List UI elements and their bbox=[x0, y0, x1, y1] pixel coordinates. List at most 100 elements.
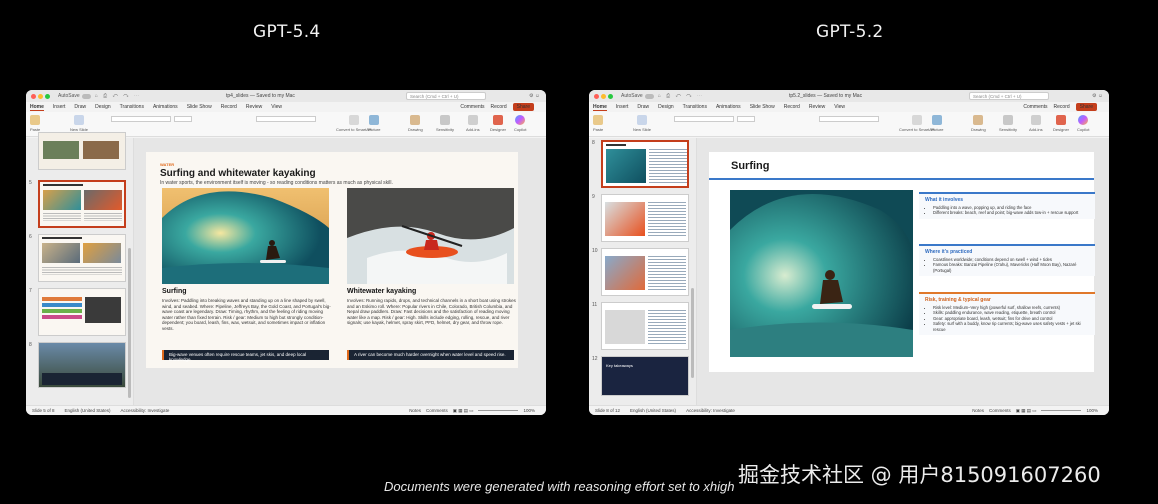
info-card: Where it's practiced Coastlines worldwid… bbox=[919, 244, 1095, 277]
search-input[interactable]: Search (Cmd + Ctrl + U) bbox=[969, 92, 1049, 100]
tab-design[interactable]: Design bbox=[658, 104, 674, 110]
tab-draw[interactable]: Draw bbox=[637, 104, 649, 110]
comments-button[interactable]: Comments bbox=[460, 104, 484, 110]
current-slide[interactable]: WATER Surfing and whitewater kayaking In… bbox=[146, 152, 518, 368]
language-status[interactable]: English (United States) bbox=[65, 408, 111, 413]
slide-thumbnail[interactable] bbox=[601, 194, 689, 242]
tab-record[interactable]: Record bbox=[221, 104, 237, 110]
paragraph-controls[interactable] bbox=[819, 116, 879, 122]
tab-record[interactable]: Record bbox=[784, 104, 800, 110]
close-window-button[interactable] bbox=[594, 93, 599, 99]
tab-slide-show[interactable]: Slide Show bbox=[750, 104, 775, 110]
tab-draw[interactable]: Draw bbox=[74, 104, 86, 110]
notes-button[interactable]: Notes bbox=[409, 408, 421, 413]
designer-button[interactable]: Designer bbox=[1053, 115, 1069, 132]
maximize-window-button[interactable] bbox=[608, 93, 613, 99]
picture-button[interactable]: Picture bbox=[368, 115, 380, 132]
slide-thumbnail-selected[interactable] bbox=[38, 180, 126, 228]
account-icons[interactable]: ⚙ ☺ bbox=[529, 93, 540, 99]
comments-status-button[interactable]: Comments bbox=[989, 408, 1011, 413]
font-size-select[interactable] bbox=[174, 116, 192, 122]
font-family-select[interactable] bbox=[111, 116, 171, 122]
tab-slide-show[interactable]: Slide Show bbox=[187, 104, 212, 110]
quick-access-icons[interactable]: ⌂ ⎙ ↶ ↷ ⋯ bbox=[95, 93, 141, 99]
addins-button[interactable]: Add-ins bbox=[1029, 115, 1043, 132]
comments-status-button[interactable]: Comments bbox=[426, 408, 448, 413]
current-slide[interactable]: Surfing What it involves • Paddling into… bbox=[709, 152, 1095, 372]
thumbnails-scrollbar[interactable] bbox=[128, 248, 131, 398]
copilot-button[interactable]: Copilot bbox=[514, 115, 526, 132]
minimize-window-button[interactable] bbox=[38, 93, 43, 99]
convert-smartart-button[interactable]: Convert to SmartArt bbox=[899, 115, 934, 132]
paste-button[interactable]: Paste bbox=[593, 115, 603, 132]
accessibility-status[interactable]: Accessibility: Investigate bbox=[121, 408, 170, 413]
zoom-slider[interactable] bbox=[1041, 410, 1082, 411]
view-icons[interactable]: ▣ ▦ ▤ ▭ bbox=[1016, 408, 1037, 414]
notes-button[interactable]: Notes bbox=[972, 408, 984, 413]
font-size-select[interactable] bbox=[737, 116, 755, 122]
tab-design[interactable]: Design bbox=[95, 104, 111, 110]
watermark: 掘金技术社区 @ 用户815091607260 bbox=[738, 463, 1101, 487]
drawing-label: Drawing bbox=[408, 127, 423, 132]
language-status[interactable]: English (United States) bbox=[630, 408, 676, 413]
addins-button[interactable]: Add-ins bbox=[466, 115, 480, 132]
tab-view[interactable]: View bbox=[271, 104, 282, 110]
account-icons[interactable]: ⚙ ☺ bbox=[1092, 93, 1103, 99]
view-icons[interactable]: ▣ ▦ ▤ ▭ bbox=[453, 408, 474, 414]
tab-view[interactable]: View bbox=[834, 104, 845, 110]
thumbnails-scrollbar[interactable] bbox=[691, 288, 694, 378]
new-slide-button[interactable]: New Slide bbox=[70, 115, 88, 132]
comments-button[interactable]: Comments bbox=[1023, 104, 1047, 110]
slide-thumbnail[interactable] bbox=[601, 248, 689, 296]
quick-access-icons[interactable]: ⌂ ⎙ ↶ ↷ ⋯ bbox=[658, 93, 704, 99]
share-button[interactable]: Share bbox=[512, 103, 534, 111]
tab-animations[interactable]: Animations bbox=[153, 104, 178, 110]
close-window-button[interactable] bbox=[31, 93, 36, 99]
slide-thumbnail[interactable] bbox=[601, 302, 689, 350]
tab-insert[interactable]: Insert bbox=[53, 104, 66, 110]
slide-thumbnail[interactable] bbox=[38, 234, 126, 282]
thumbnail-number: 11 bbox=[592, 302, 598, 308]
tab-transitions[interactable]: Transitions bbox=[683, 104, 707, 110]
picture-button[interactable]: Picture bbox=[931, 115, 943, 132]
slide-thumbnail-selected[interactable] bbox=[601, 140, 689, 188]
tab-home[interactable]: Home bbox=[30, 104, 44, 111]
designer-button[interactable]: Designer bbox=[490, 115, 506, 132]
share-button[interactable]: Share bbox=[1075, 103, 1097, 111]
tab-transitions[interactable]: Transitions bbox=[120, 104, 144, 110]
slide-thumbnail[interactable]: Key takeaways bbox=[601, 356, 689, 396]
tab-review[interactable]: Review bbox=[809, 104, 825, 110]
tab-animations[interactable]: Animations bbox=[716, 104, 741, 110]
slide-thumbnail[interactable] bbox=[38, 342, 126, 388]
autosave-toggle[interactable] bbox=[644, 93, 654, 99]
drawing-button[interactable]: Drawing bbox=[971, 115, 986, 132]
record-button[interactable]: Record bbox=[1054, 104, 1070, 110]
slide-thumbnail[interactable] bbox=[38, 132, 126, 170]
tab-home[interactable]: Home bbox=[593, 104, 607, 111]
slide-thumbnails-pane[interactable]: 5 6 7 8 bbox=[26, 132, 134, 405]
drawing-button[interactable]: Drawing bbox=[408, 115, 423, 132]
slide-thumbnail[interactable] bbox=[38, 288, 126, 336]
copilot-button[interactable]: Copilot bbox=[1077, 115, 1089, 132]
minimize-window-button[interactable] bbox=[601, 93, 606, 99]
tab-insert[interactable]: Insert bbox=[616, 104, 629, 110]
autosave-toggle[interactable] bbox=[81, 93, 91, 99]
slide-thumbnails-pane[interactable]: 8 9 10 11 12 Key takeaways bbox=[589, 138, 697, 405]
new-slide-button[interactable]: New Slide bbox=[633, 115, 651, 132]
sensitivity-label: Sensitivity bbox=[436, 127, 455, 132]
paragraph-controls[interactable] bbox=[256, 116, 316, 122]
search-input[interactable]: Search (Cmd + Ctrl + U) bbox=[406, 92, 486, 100]
paste-button[interactable]: Paste bbox=[30, 115, 40, 132]
designer-label: Designer bbox=[490, 127, 507, 132]
sensitivity-button[interactable]: Sensitivity bbox=[436, 115, 454, 132]
accessibility-status[interactable]: Accessibility: Investigate bbox=[686, 408, 735, 413]
record-button[interactable]: Record bbox=[491, 104, 507, 110]
tab-review[interactable]: Review bbox=[246, 104, 262, 110]
sensitivity-button[interactable]: Sensitivity bbox=[999, 115, 1017, 132]
convert-smartart-button[interactable]: Convert to SmartArt bbox=[336, 115, 371, 132]
card-heading: What it involves bbox=[925, 197, 964, 203]
maximize-window-button[interactable] bbox=[45, 93, 50, 99]
font-family-select[interactable] bbox=[674, 116, 734, 122]
zoom-slider[interactable] bbox=[478, 410, 519, 411]
thumbnail-number: 5 bbox=[29, 180, 32, 186]
